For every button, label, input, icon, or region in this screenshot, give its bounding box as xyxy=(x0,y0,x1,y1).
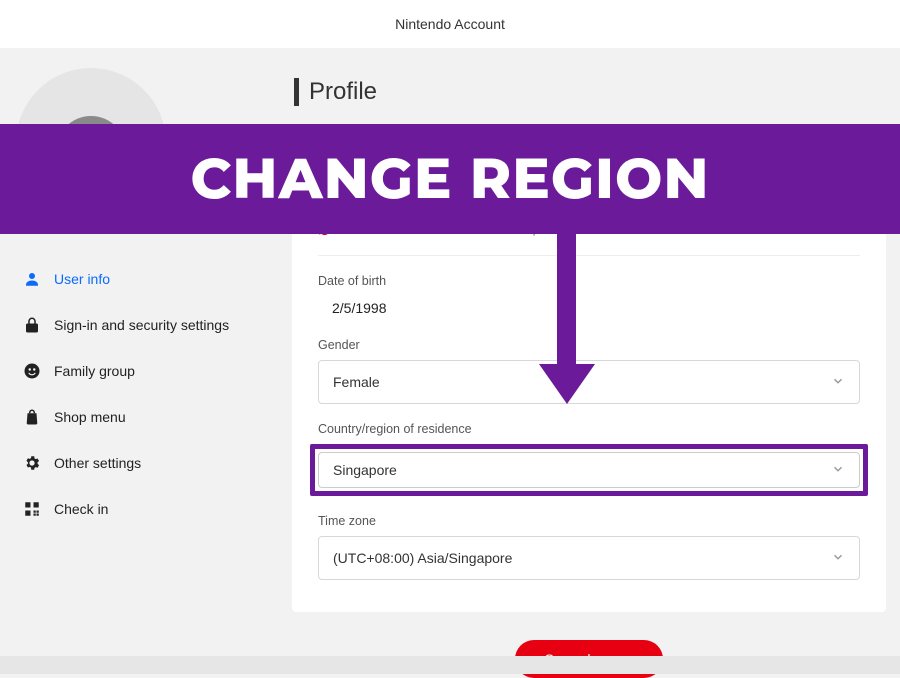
page-title: Profile xyxy=(294,78,886,106)
gender-value: Female xyxy=(333,374,380,390)
country-select[interactable]: Singapore xyxy=(318,452,860,488)
sidebar-nav: User info Sign-in and security settings … xyxy=(14,256,280,532)
country-highlight-annotation: Singapore xyxy=(310,444,868,496)
sidebar-item-security[interactable]: Sign-in and security settings xyxy=(14,302,280,348)
overlay-banner: CHANGE REGION xyxy=(0,124,900,234)
country-label: Country/region of residence xyxy=(318,422,860,436)
lock-icon xyxy=(22,316,42,334)
family-icon xyxy=(22,362,42,380)
sidebar-item-family-group[interactable]: Family group xyxy=(14,348,280,394)
gender-label: Gender xyxy=(318,338,860,352)
dob-field: Date of birth 2/5/1998 xyxy=(318,274,860,320)
top-bar: Nintendo Account xyxy=(0,0,900,48)
sidebar-item-check-in[interactable]: Check in xyxy=(14,486,280,532)
timezone-value: (UTC+08:00) Asia/Singapore xyxy=(333,550,512,566)
sidebar-item-label: User info xyxy=(54,271,110,287)
footer-strip xyxy=(0,656,900,674)
country-value: Singapore xyxy=(333,462,397,478)
gender-field: Gender Female xyxy=(318,338,860,404)
sidebar-item-label: Shop menu xyxy=(54,409,126,425)
qr-code-icon xyxy=(22,500,42,518)
gender-select[interactable]: Female xyxy=(318,360,860,404)
sidebar-item-label: Family group xyxy=(54,363,135,379)
gear-icon xyxy=(22,454,42,472)
sidebar-item-label: Sign-in and security settings xyxy=(54,317,229,333)
chevron-down-icon xyxy=(831,550,845,567)
sidebar-item-user-info[interactable]: User info xyxy=(14,256,280,302)
dob-label: Date of birth xyxy=(318,274,860,288)
chevron-down-icon xyxy=(831,374,845,391)
sidebar-item-label: Other settings xyxy=(54,455,141,471)
country-field: Country/region of residence Singapore xyxy=(318,422,860,496)
chevron-down-icon xyxy=(831,462,845,479)
person-icon xyxy=(22,270,42,288)
shopping-bag-icon xyxy=(22,408,42,426)
sidebar-item-shop-menu[interactable]: Shop menu xyxy=(14,394,280,440)
sidebar-item-label: Check in xyxy=(54,501,108,517)
timezone-select[interactable]: (UTC+08:00) Asia/Singapore xyxy=(318,536,860,580)
sidebar-item-other-settings[interactable]: Other settings xyxy=(14,440,280,486)
timezone-field: Time zone (UTC+08:00) Asia/Singapore xyxy=(318,514,860,580)
timezone-label: Time zone xyxy=(318,514,860,528)
dob-value: 2/5/1998 xyxy=(318,296,860,320)
topbar-title: Nintendo Account xyxy=(395,16,505,32)
